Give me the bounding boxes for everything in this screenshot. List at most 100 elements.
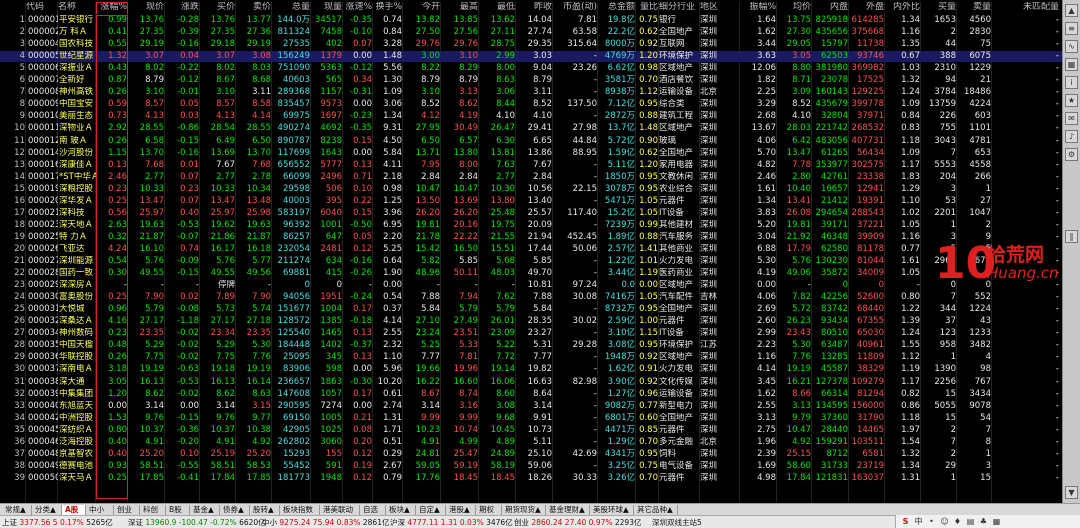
tab-3[interactable]: 中小 <box>86 505 114 515</box>
scroll-thumb[interactable]: ‖ <box>1065 230 1078 243</box>
gear-icon[interactable]: ⚙ <box>1065 148 1078 161</box>
grid-icon[interactable]: ▦ <box>1065 58 1078 71</box>
skin-icon[interactable]: ♣ <box>978 516 989 527</box>
tab-6[interactable]: B股 <box>166 505 190 515</box>
list-icon[interactable]: ≡ <box>1065 22 1078 35</box>
table-row[interactable]: 5 000006 深振业Ａ 0.43 8.02 -0.22 8.02 8.03 751090 53… <box>0 63 1062 74</box>
tab-14[interactable]: 自定▲ <box>416 505 446 515</box>
tab-15[interactable]: 港股▲ <box>446 505 476 515</box>
table-row[interactable]: 7 000008 神州高铁 0.26 3.10 -0.01 3.10 3.11 289368 11… <box>0 87 1062 98</box>
table-row[interactable]: 26 000032 深桑达Ａ 4.16 27.17 -1.18 27.17 27.18 1285… <box>0 316 1062 327</box>
header-code[interactable]: 代码 <box>26 2 58 13</box>
header-low[interactable]: 最低 <box>479 2 516 13</box>
table-row[interactable]: 13 000016 深康佳Ａ 0.13 7.68 0.01 7.67 7.68 656552 57… <box>0 160 1062 171</box>
table-row[interactable]: 9 000010 美丽生态 0.73 4.13 0.03 4.13 4.14 69975 1697… <box>0 111 1062 122</box>
quote-table[interactable]: 代码 名称 涨幅% 现价 涨跌 买价 卖价 总量 现量 涨速% 换手% 今开 最高 最低 昨收 市盈(动) 总金… <box>0 2 1062 502</box>
info-icon[interactable]: i <box>1065 76 1078 89</box>
table-row[interactable]: 38 000049 德赛电池 0.93 58.51 -0.55 58.51 58.53 5545… <box>0 461 1062 472</box>
tab-13[interactable]: 板块▲ <box>386 505 416 515</box>
table-row[interactable]: 6 000007 全新好 0.87 8.79 -0.12 8.67 8.68 40603 565 0… <box>0 75 1062 86</box>
sh-index[interactable]: 上证 3377.56 5 0.17% 5265亿 <box>2 517 113 528</box>
header-ask[interactable]: 卖价 <box>236 2 272 13</box>
tab-11[interactable]: 港美联动 <box>320 505 360 515</box>
table-row[interactable]: 18 000023 深天地Ａ 2.63 19.63 -0.53 19.62 19.63 9639… <box>0 220 1062 231</box>
arrow-down-icon[interactable]: ▼ <box>1065 486 1078 499</box>
table-row[interactable]: 2 000002 万 科Ａ 0.41 27.35 -0.39 27.35 27.36 81132… <box>0 27 1062 38</box>
table-row[interactable]: 20 000026 飞亚达 4.24 16.10 0.74 16.17 16.18 232054… <box>0 244 1062 255</box>
keyboard-icon[interactable]: ▤ <box>965 516 976 527</box>
cy-index[interactable]: 创业 2860.24 27.40 0.97% 2293亿 <box>514 517 641 528</box>
table-row[interactable]: 14 000017 *ST中华Ａ 2.46 2.77 0.07 2.77 2.78 66099 2… <box>0 172 1062 183</box>
table-row[interactable]: 36 000046 泛海控股 0.40 4.91 -0.20 4.91 4.92 262802 3… <box>0 437 1062 448</box>
table-row[interactable]: 30 000037 深南电Ａ 3.18 19.19 -0.63 19.18 19.19 8390… <box>0 364 1062 375</box>
header-high[interactable]: 最高 <box>441 2 479 13</box>
table-row[interactable]: 28 000035 中国天楹 0.48 5.29 -0.02 5.29 5.30 184448 1… <box>0 340 1062 351</box>
header-bid-vol[interactable]: 买量 <box>921 2 957 13</box>
server-name[interactable]: 深圳双线主站5 <box>652 517 702 528</box>
header-name[interactable]: 名称 <box>58 2 96 13</box>
punctuation-icon[interactable]: • <box>926 516 937 527</box>
arrow-up-icon[interactable]: ▲ <box>1065 4 1078 17</box>
header-volume[interactable]: 总量 <box>272 2 311 13</box>
table-row[interactable]: 29 000036 华联控股 0.26 7.75 -0.02 7.75 7.76 25095 34… <box>0 352 1062 363</box>
tab-8[interactable]: 债券▲ <box>220 505 250 515</box>
header-inner-vol[interactable]: 内盘 <box>812 2 849 13</box>
table-row[interactable]: 11 000012 南 玻Ａ 0.26 6.58 -0.15 6.49 6.50 890787 8… <box>0 136 1062 147</box>
table-row[interactable]: 27 000034 神州数码 0.23 23.35 -0.02 23.34 23.35 1255… <box>0 328 1062 339</box>
header-change[interactable]: 涨跌 <box>165 2 200 13</box>
tab-5[interactable]: 科创 <box>140 505 166 515</box>
ime-lang-icon[interactable]: 中 <box>913 516 924 527</box>
header-io-ratio[interactable]: 内外比 <box>885 2 921 13</box>
header-open[interactable]: 今开 <box>403 2 441 13</box>
header-turnover[interactable]: 换手% <box>373 2 403 13</box>
table-row[interactable]: 1 000001 平安银行 0.99 13.76 -0.28 13.76 13.77 144.0… <box>0 15 1062 26</box>
header-amount[interactable]: 总金额 <box>598 2 636 13</box>
table-row[interactable]: 3 000004 国农科技 0.55 29.19 -0.16 29.18 29.19 27535… <box>0 39 1062 50</box>
emoji-icon[interactable]: ☺ <box>939 516 950 527</box>
table-row[interactable]: 4 000005 世纪星源 1.32 3.07 0.04 3.07 3.08 156249 137… <box>0 51 1062 63</box>
chart-icon[interactable]: ∿ <box>1065 40 1078 53</box>
mic-icon[interactable]: ♦ <box>952 516 963 527</box>
header-prev-close[interactable]: 昨收 <box>516 2 553 13</box>
table-row[interactable]: 35 000045 深纺织Ａ 0.80 10.37 -0.36 10.37 10.38 4290… <box>0 425 1062 436</box>
tab-10[interactable]: 板块指数 <box>280 505 320 515</box>
table-row[interactable]: 37 000048 京基智农 0.40 25.20 0.10 25.19 25.20 15293… <box>0 449 1062 460</box>
header-pe[interactable]: 市盈(动) <box>553 2 598 13</box>
table-row[interactable]: 8 000009 中国宝安 0.59 8.57 0.05 8.57 8.58 835457 957… <box>0 99 1062 110</box>
table-row[interactable]: 10 000011 深物业Ａ 2.92 28.55 -0.86 28.54 28.55 4902… <box>0 123 1062 134</box>
tab-4[interactable]: 创业 <box>114 505 140 515</box>
header-price[interactable]: 现价 <box>128 2 165 13</box>
toolbox-icon[interactable]: ▦ <box>991 516 1002 527</box>
tab-19[interactable]: 美股环球▲ <box>590 505 634 515</box>
hs-index[interactable]: 沪深 4777.11 1.31 0.03% 3476亿 <box>390 517 513 528</box>
tab-20[interactable]: 其它品种▲ <box>634 505 678 515</box>
table-row[interactable]: 15 000019 深粮控股 0.23 10.33 0.23 10.33 10.34 29598… <box>0 184 1062 195</box>
table-row[interactable]: 34 000042 中洲控股 1.53 9.76 -0.15 9.76 9.77 69150 10… <box>0 413 1062 424</box>
table-row[interactable]: 21 000027 深圳能源 0.54 5.76 -0.09 5.76 5.77 211274 6… <box>0 256 1062 267</box>
header-outer-vol[interactable]: 外盘 <box>849 2 885 13</box>
sz-index[interactable]: 深证 13960.9 -100.47 -0.72% 6620亿 <box>128 517 266 528</box>
table-row[interactable]: 19 000025 特 力Ａ 0.32 21.87 -0.07 21.86 21.87 8625… <box>0 232 1062 243</box>
tab-1[interactable]: 分类▲ <box>32 505 62 515</box>
header-amplitude[interactable]: 振幅% <box>740 2 777 13</box>
table-row[interactable]: 24 000030 富奥股份 0.25 7.90 0.02 7.89 7.90 94056 195… <box>0 292 1062 303</box>
tab-7[interactable]: 基金▲ <box>190 505 220 515</box>
table-row[interactable]: 12 000014 沙河股份 1.15 13.70 -0.16 13.69 13.70 1176… <box>0 148 1062 159</box>
table-row[interactable]: 16 000020 深华发Ａ 0.25 13.47 0.07 13.47 13.48 40003… <box>0 196 1062 207</box>
table-row[interactable]: 17 000021 深科技 0.56 25.97 0.40 25.97 25.98 583197… <box>0 208 1062 219</box>
header-bid[interactable]: 买价 <box>200 2 236 13</box>
tab-9[interactable]: 股转▲ <box>250 505 280 515</box>
tab-17[interactable]: 期货现货▲ <box>502 505 546 515</box>
header-unmatched[interactable]: 未匹配量 <box>992 2 1060 13</box>
header-avg-price[interactable]: 均价 <box>777 2 812 13</box>
header-ask-vol[interactable]: 卖量 <box>957 2 992 13</box>
table-row[interactable]: 32 000039 中集集团 1.20 8.62 -0.02 8.62 8.63 147608 1… <box>0 389 1062 400</box>
tab-12[interactable]: 自选 <box>360 505 386 515</box>
header-region[interactable]: 地区 <box>700 2 740 13</box>
header-speed[interactable]: 涨速% <box>343 2 373 13</box>
star-icon[interactable]: ★ <box>1065 94 1078 107</box>
tab-18[interactable]: 基金理财▲ <box>546 505 590 515</box>
table-row[interactable]: 39 000050 深天马Ａ 0.25 17.85 -0.41 17.84 17.85 1817… <box>0 473 1062 484</box>
header-vol-ratio[interactable]: 量比 <box>636 2 659 13</box>
ime-icon[interactable]: S <box>900 516 911 527</box>
